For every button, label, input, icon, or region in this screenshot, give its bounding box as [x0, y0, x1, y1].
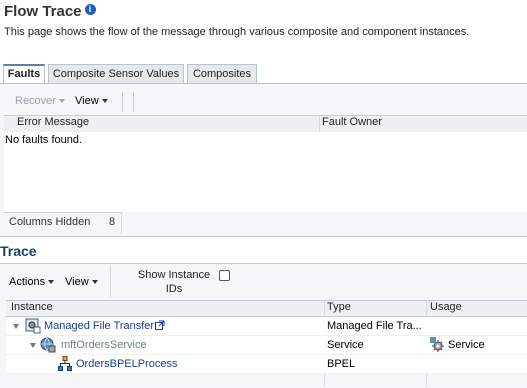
columns-hidden-count: 8 — [109, 216, 116, 228]
bpel-process-icon — [58, 356, 72, 375]
chevron-down-icon — [58, 99, 65, 104]
column-header-instance[interactable]: Instance — [11, 301, 53, 313]
column-header-usage[interactable]: Usage — [430, 301, 462, 313]
chevron-down-icon — [48, 280, 55, 285]
chevron-down-icon — [91, 280, 98, 285]
expand-collapse-icon[interactable] — [30, 343, 36, 348]
recover-label: Recover — [15, 95, 56, 107]
view-label: View — [65, 276, 89, 288]
tab-composites[interactable]: Composites — [187, 64, 257, 83]
show-ids-line2: IDs — [165, 283, 183, 295]
instance-link-orders-bpel-process[interactable]: OrdersBPELProcess — [76, 358, 177, 370]
columns-hidden-label: Columns Hidden — [9, 216, 91, 228]
toolbar-separator — [122, 92, 123, 112]
page-title-text: Flow Trace — [4, 3, 82, 20]
view-label: View — [75, 95, 99, 107]
page-description: This page shows the flow of the message … — [4, 26, 470, 38]
instance-link-managed-file-transfer[interactable]: Managed File Transfer — [44, 320, 154, 332]
tab-faults[interactable]: Faults — [3, 64, 45, 84]
composite-icon — [25, 318, 41, 337]
info-icon[interactable]: i — [84, 4, 96, 15]
toolbar-separator — [110, 265, 111, 297]
tab-composite-sensor-values[interactable]: Composite Sensor Values — [48, 64, 184, 83]
show-ids-line1: Show Instance — [137, 269, 211, 281]
toolbar-separator — [133, 92, 134, 112]
expand-collapse-icon[interactable] — [13, 324, 19, 329]
column-header-fault-owner[interactable]: Fault Owner — [322, 116, 382, 128]
trace-title: Trace — [0, 243, 37, 259]
faults-view-menu-button[interactable]: View — [75, 95, 108, 107]
row-type: BPEL — [327, 358, 356, 370]
recover-menu-button[interactable]: Recover — [15, 95, 65, 107]
page-title: Flow Trace i — [4, 3, 96, 20]
instance-name[interactable]: mftOrdersService — [61, 339, 147, 351]
show-instance-ids-checkbox[interactable] — [219, 270, 230, 281]
row-type: Service — [327, 339, 364, 351]
column-header-error-message[interactable]: Error Message — [17, 116, 89, 128]
gear-service-icon — [430, 337, 446, 356]
faults-table-body — [4, 132, 527, 212]
status-divider — [121, 212, 122, 234]
column-divider[interactable] — [319, 116, 320, 132]
chevron-down-icon — [101, 99, 108, 104]
column-header-type[interactable]: Type — [327, 301, 351, 313]
row-type: Managed File Tra... — [327, 320, 422, 332]
actions-menu-button[interactable]: Actions — [9, 276, 55, 288]
actions-label: Actions — [9, 276, 46, 288]
open-in-new-icon[interactable] — [155, 320, 165, 333]
row-usage: Service — [448, 339, 485, 351]
trace-view-menu-button[interactable]: View — [65, 276, 98, 288]
show-instance-ids-label: Show Instance IDs — [137, 268, 211, 296]
service-icon — [40, 337, 56, 356]
empty-message: No faults found. — [5, 134, 83, 146]
